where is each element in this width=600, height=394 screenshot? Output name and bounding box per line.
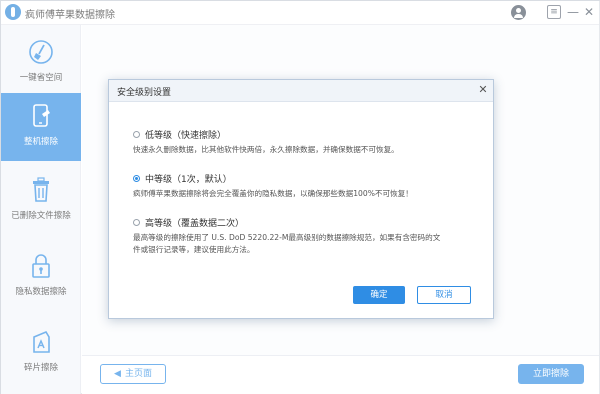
option-label: 低等级（快速擦除） <box>145 131 227 141</box>
option-label: 高等级（覆盖数据二次） <box>145 219 245 229</box>
radio-medium-level[interactable] <box>133 175 140 182</box>
ok-button[interactable]: 确定 <box>353 286 405 304</box>
dialog-close-icon[interactable]: ✕ <box>477 83 489 97</box>
option-label: 中等级（1次，默认） <box>145 175 232 185</box>
option-description: 疯师傅苹果数据擦除将会完全覆盖你的隐私数据，以确保那些数据100%不可恢复！ <box>133 189 413 198</box>
security-level-dialog: 安全级别设置 ✕ 低等级（快速擦除） 快速永久删除数据，比其他软件快两倍，永久擦… <box>108 79 494 319</box>
dialog-title: 安全级别设置 <box>117 88 172 98</box>
option-description: 快速永久删除数据，比其他软件快两倍，永久擦除数据，并确保数据不可恢复。 <box>133 145 399 154</box>
radio-high-level[interactable] <box>133 219 140 226</box>
option-description: 最高等级的擦除使用了 U.S. DoD 5220.22-M最高级别的数据擦除规范… <box>133 233 441 254</box>
cancel-button[interactable]: 取消 <box>417 286 471 304</box>
radio-low-level[interactable] <box>133 131 140 138</box>
app-window: 疯师傅苹果数据擦除 ≡ — ✕ 一键省空间 整机擦除 已删除文件擦除 隐私数据擦… <box>0 0 600 394</box>
dialog-header: 安全级别设置 ✕ <box>109 80 493 102</box>
